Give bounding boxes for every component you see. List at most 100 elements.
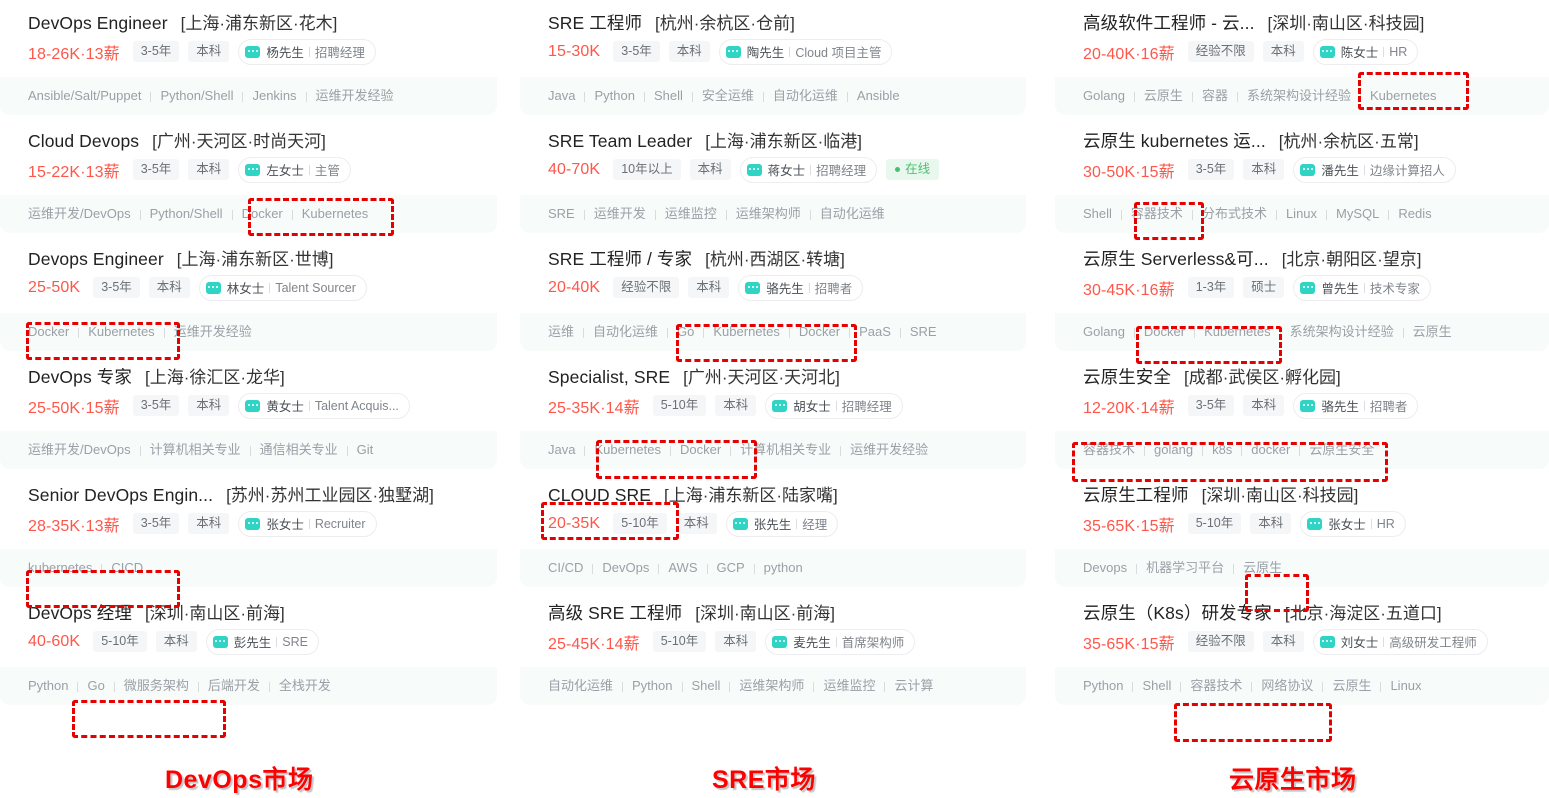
job-card[interactable]: 云原生安全 [成都·武侯区·孵化园] 12-20K·14薪 3-5年 本科 骆先生 招聘者容… [1055, 354, 1549, 469]
skill-tag[interactable]: Kubernetes [594, 441, 661, 458]
skill-tag[interactable]: 运维开发/DevOps [28, 205, 131, 222]
skill-tag[interactable]: 系统架构设计经验 [1290, 323, 1394, 340]
skill-tag[interactable]: Ansible/Salt/Puppet [28, 87, 141, 104]
skill-tag[interactable]: GCP [717, 559, 745, 576]
skill-tag[interactable]: Linux [1286, 205, 1317, 222]
job-card[interactable]: DevOps 经理 [深圳·南山区·前海] 40-60K 5-10年 本科 彭先生 SRE P… [0, 590, 497, 705]
job-title[interactable]: SRE 工程师 / 专家 [548, 246, 692, 271]
job-card[interactable]: 高级软件工程师 - 云... [深圳·南山区·科技园] 20-40K·16薪 经验不限… [1055, 0, 1549, 115]
job-title[interactable]: Devops Engineer [28, 249, 164, 270]
skill-tag[interactable]: 运维架构师 [736, 205, 801, 222]
skill-tag[interactable]: 运维开发经验 [850, 441, 928, 458]
recruiter-chip[interactable]: 骆先生 招聘者 [738, 274, 864, 301]
skill-tag[interactable]: 运维开发经验 [316, 87, 394, 104]
skill-tag[interactable]: 计算机相关专业 [740, 441, 831, 458]
recruiter-chip[interactable]: 张女士 Recruiter [238, 510, 377, 537]
recruiter-chip[interactable]: 蒋女士 招聘经理 [739, 156, 878, 183]
job-title[interactable]: DevOps 专家 [28, 364, 132, 389]
skill-tag[interactable]: Java [548, 87, 575, 104]
skill-tag[interactable]: Python/Shell [150, 205, 223, 222]
skill-tag[interactable]: Golang [1083, 87, 1125, 104]
recruiter-chip[interactable]: 麦先生 首席架构师 [765, 628, 916, 655]
skill-tag[interactable]: 计算机相关专业 [150, 441, 241, 458]
skill-tag[interactable]: 云原生 [1413, 323, 1452, 340]
skill-tag[interactable]: python [764, 559, 803, 576]
skill-tag[interactable]: Docker [1144, 323, 1185, 340]
skill-tag[interactable]: Python [28, 677, 68, 694]
skill-tag[interactable]: Redis [1398, 205, 1431, 222]
skill-tag[interactable]: 后端开发 [208, 677, 260, 694]
skill-tag[interactable]: 云原生 [1332, 677, 1371, 694]
skill-tag[interactable]: Python [594, 87, 634, 104]
skill-tag[interactable]: Jenkins [252, 87, 296, 104]
skill-tag[interactable]: 运维开发/DevOps [28, 441, 131, 458]
skill-tag[interactable]: 微服务架构 [124, 677, 189, 694]
skill-tag[interactable]: Go [87, 677, 104, 694]
skill-tag[interactable]: Kubernetes [302, 205, 369, 222]
skill-tag[interactable]: 通信相关专业 [260, 441, 338, 458]
job-title[interactable]: SRE Team Leader [548, 131, 692, 152]
skill-tag[interactable]: CI/CD [548, 559, 583, 576]
job-card[interactable]: 云原生 kubernetes 运... [杭州·余杭区·五常] 30-50K·15薪… [1055, 118, 1549, 233]
job-title[interactable]: CLOUD SRE [548, 485, 651, 506]
job-title[interactable]: 云原生（K8s）研发专家 [1083, 600, 1272, 625]
job-card[interactable]: DevOps 专家 [上海·徐汇区·龙华] 25-50K·15薪 3-5年 本科 黄女士 T… [0, 354, 497, 469]
skill-tag[interactable]: 运维 [548, 323, 574, 340]
job-title[interactable]: SRE 工程师 [548, 10, 642, 35]
skill-tag[interactable]: Devops [1083, 559, 1127, 576]
skill-tag[interactable]: Golang [1083, 323, 1125, 340]
skill-tag[interactable]: 容器技术 [1083, 441, 1135, 458]
job-title[interactable]: 云原生 Serverless&可... [1083, 246, 1269, 271]
skill-tag[interactable]: Docker [28, 323, 69, 340]
skill-tag[interactable]: docker [1251, 441, 1290, 458]
skill-tag[interactable]: Docker [680, 441, 721, 458]
job-card[interactable]: 云原生（K8s）研发专家 [北京·海淀区·五道口] 35-65K·15薪 经验不限 本科… [1055, 590, 1549, 705]
recruiter-chip[interactable]: 黄女士 Talent Acquis... [238, 392, 410, 419]
skill-tag[interactable]: Shell [1142, 677, 1171, 694]
skill-tag[interactable]: 云计算 [894, 677, 933, 694]
recruiter-chip[interactable]: 潘先生 边缘计算招人 [1293, 156, 1456, 183]
job-card[interactable]: Cloud Devops [广州·天河区·时尚天河] 15-22K·13薪 3-5年本… [0, 118, 497, 233]
skill-tag[interactable]: Kubernetes [1204, 323, 1271, 340]
job-title[interactable]: Specialist, SRE [548, 367, 670, 388]
skill-tag[interactable]: Git [357, 441, 374, 458]
job-title[interactable]: 高级 SRE 工程师 [548, 600, 682, 625]
skill-tag[interactable]: 容器技术 [1190, 677, 1242, 694]
skill-tag[interactable]: 运维开发 [594, 205, 646, 222]
job-card[interactable]: 云原生 Serverless&可... [北京·朝阳区·望京] 30-45K·16薪… [1055, 236, 1549, 351]
skill-tag[interactable]: Ansible [857, 87, 900, 104]
skill-tag[interactable]: 系统架构设计经验 [1247, 87, 1351, 104]
recruiter-chip[interactable]: 陈女士 HR [1312, 38, 1419, 65]
skill-tag[interactable]: 全栈开发 [279, 677, 331, 694]
job-title[interactable]: 高级软件工程师 - 云... [1083, 10, 1255, 35]
skill-tag[interactable]: 运维监控 [665, 205, 717, 222]
skill-tag[interactable]: 自动化运维 [820, 205, 885, 222]
recruiter-chip[interactable]: 彭先生 SRE [205, 628, 319, 655]
recruiter-chip[interactable]: 陶先生 Cloud 项目主管 [718, 38, 893, 65]
skill-tag[interactable]: 自动化运维 [548, 677, 613, 694]
recruiter-chip[interactable]: 胡女士 招聘经理 [765, 392, 903, 419]
skill-tag[interactable]: 云原生安全 [1309, 441, 1374, 458]
job-card[interactable]: SRE Team Leader [上海·浦东新区·临港] 40-70K 10年以上 本科… [520, 118, 1026, 233]
job-title[interactable]: Senior DevOps Engin... [28, 485, 213, 506]
recruiter-chip[interactable]: 曾先生 技术专家 [1293, 274, 1431, 301]
recruiter-chip[interactable]: 杨先生 招聘经理 [238, 38, 376, 65]
skill-tag[interactable]: 容器 [1202, 87, 1228, 104]
job-card[interactable]: DevOps Engineer [上海·浦东新区·花木] 18-26K·13薪 3-5… [0, 0, 497, 115]
skill-tag[interactable]: 云原生 [1243, 559, 1282, 576]
skill-tag[interactable]: SRE [910, 323, 937, 340]
skill-tag[interactable]: MySQL [1336, 205, 1379, 222]
skill-tag[interactable]: 云原生 [1144, 87, 1183, 104]
skill-tag[interactable]: Shell [692, 677, 721, 694]
skill-tag[interactable]: Python/Shell [160, 87, 233, 104]
skill-tag[interactable]: kubernetes [28, 559, 92, 576]
skill-tag[interactable]: CICD [111, 559, 143, 576]
job-title[interactable]: DevOps 经理 [28, 600, 132, 625]
skill-tag[interactable]: PaaS [859, 323, 891, 340]
skill-tag[interactable]: AWS [668, 559, 697, 576]
recruiter-chip[interactable]: 左女士 主管 [238, 156, 351, 183]
skill-tag[interactable]: 分布式技术 [1202, 205, 1267, 222]
skill-tag[interactable]: Python [632, 677, 672, 694]
skill-tag[interactable]: Java [548, 441, 575, 458]
recruiter-chip[interactable]: 张先生 经理 [725, 510, 839, 537]
